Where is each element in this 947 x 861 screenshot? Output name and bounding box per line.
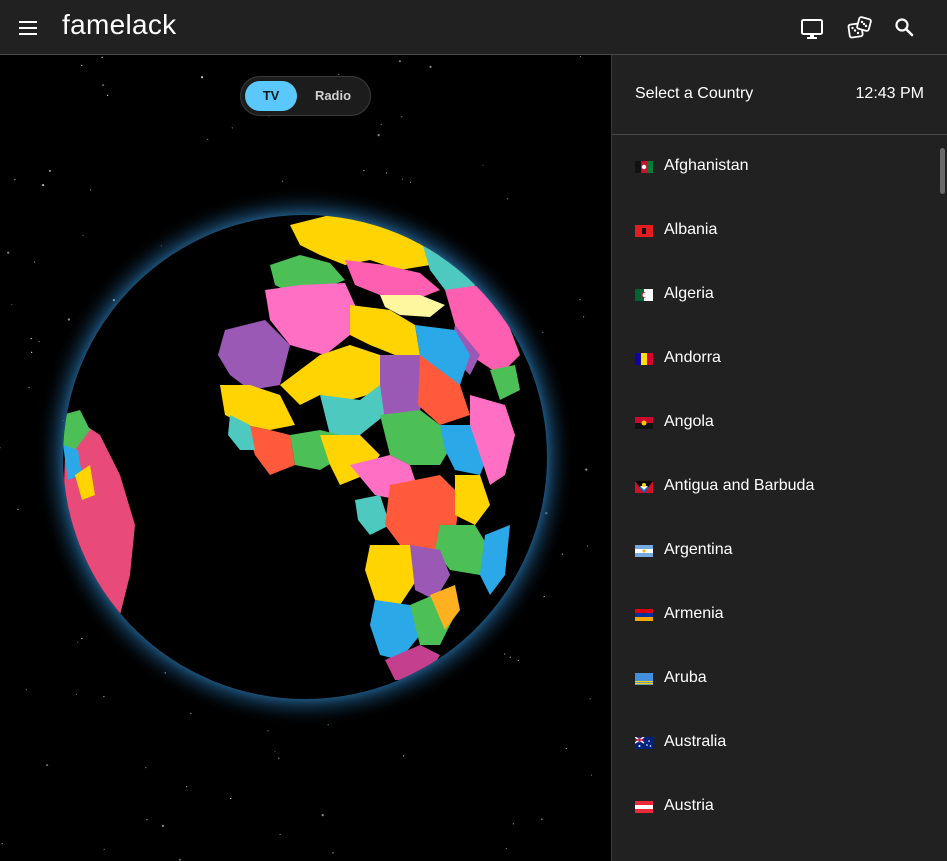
country-name: Antigua and Barbuda <box>664 477 815 494</box>
clock-time: 12:43 PM <box>855 85 924 102</box>
flag-argentina-icon <box>635 545 653 557</box>
scrollbar[interactable] <box>940 148 945 194</box>
flag-afghanistan-icon <box>635 161 653 173</box>
search-icon[interactable] <box>891 14 919 42</box>
country-name: Albania <box>664 221 718 238</box>
app-title[interactable]: famelack <box>62 9 176 41</box>
flag-angola-icon <box>635 417 653 429</box>
country-item[interactable]: Australia <box>612 711 937 775</box>
flag-austria-icon <box>635 801 653 813</box>
flag-andorra-icon <box>635 353 653 365</box>
flag-armenia-icon <box>635 609 653 621</box>
toggle-option-radio[interactable]: Radio <box>301 81 365 111</box>
menu-icon[interactable] <box>14 14 42 42</box>
country-item[interactable]: Andorra <box>612 327 937 391</box>
country-name: Angola <box>664 413 714 430</box>
country-name: Argentina <box>664 541 733 558</box>
country-name: Andorra <box>664 349 721 366</box>
globe[interactable] <box>0 55 611 861</box>
app-header: famelack <box>0 0 947 55</box>
country-item[interactable]: Argentina <box>612 519 937 583</box>
flag-australia-icon <box>635 737 653 749</box>
country-name: Aruba <box>664 669 707 686</box>
country-item[interactable]: Antigua and Barbuda <box>612 455 937 519</box>
country-item[interactable]: Angola <box>612 391 937 455</box>
toggle-option-tv[interactable]: TV <box>245 81 297 111</box>
country-item[interactable]: Armenia <box>612 583 937 647</box>
country-panel: Select a Country 12:43 PM Afghanistan Alb… <box>611 55 947 861</box>
country-name: Armenia <box>664 605 724 622</box>
country-name: Algeria <box>664 285 714 302</box>
panel-header: Select a Country 12:43 PM <box>612 55 947 135</box>
country-item[interactable]: Aruba <box>612 647 937 711</box>
flag-algeria-icon <box>635 289 653 301</box>
country-list[interactable]: Afghanistan Albania Algeria Andorra Angola An… <box>612 135 947 861</box>
flag-aruba-icon <box>635 673 653 685</box>
tv-icon[interactable] <box>798 14 826 42</box>
flag-antigua-and-barbuda-icon <box>635 481 653 493</box>
flag-albania-icon <box>635 225 653 237</box>
country-item[interactable]: Afghanistan <box>612 135 937 199</box>
dice-icon[interactable] <box>846 14 874 42</box>
country-name: Australia <box>664 733 727 750</box>
country-item[interactable]: Algeria <box>612 263 937 327</box>
globe-view[interactable]: TV Radio <box>0 55 611 861</box>
country-item[interactable]: Albania <box>612 199 937 263</box>
panel-title: Select a Country <box>635 85 754 102</box>
mode-toggle[interactable]: TV Radio <box>240 76 371 116</box>
country-item[interactable]: Austria <box>612 775 937 839</box>
country-name: Austria <box>664 797 714 814</box>
country-name: Afghanistan <box>664 157 749 174</box>
